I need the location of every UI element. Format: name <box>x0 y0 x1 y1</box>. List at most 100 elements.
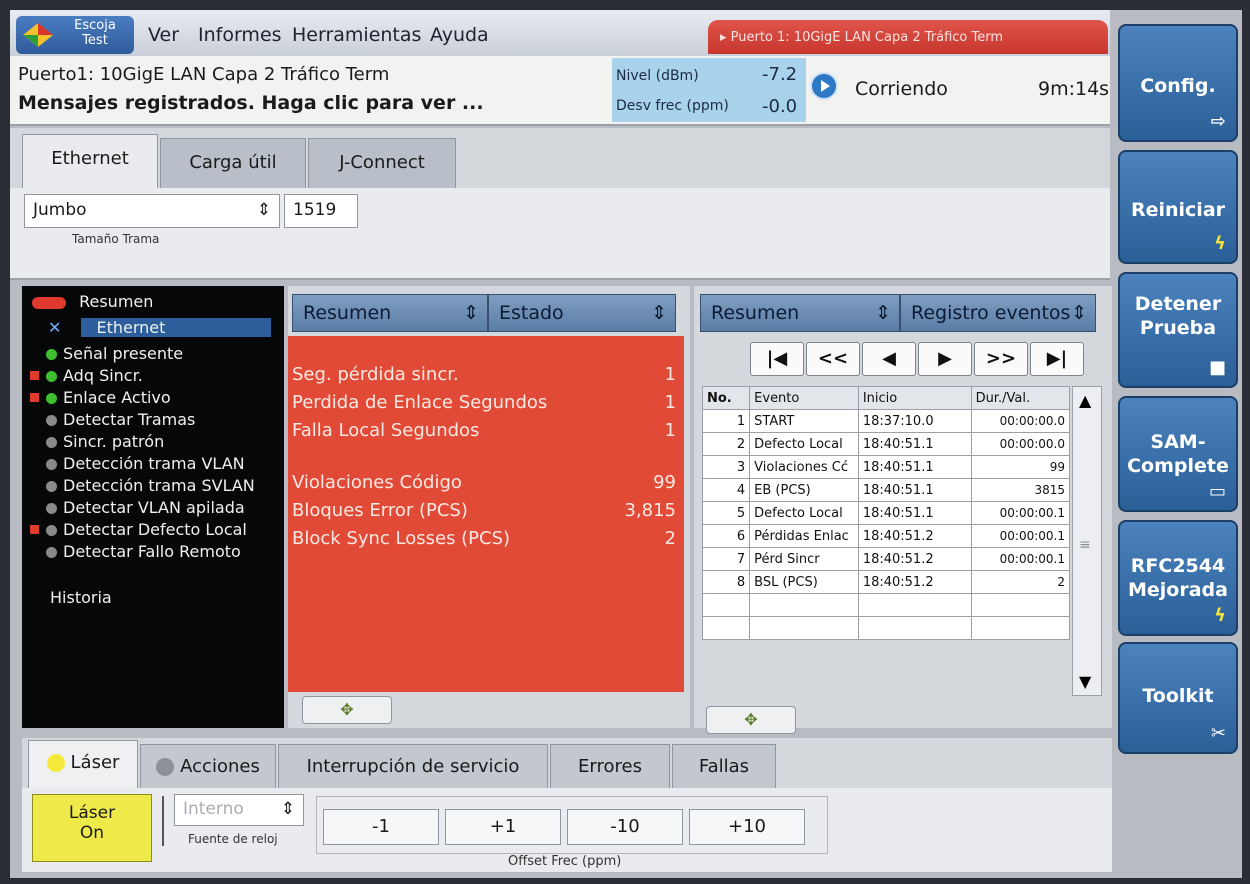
table-row[interactable]: 1 START 18:37:10.0 00:00:00.0 <box>701 409 1071 433</box>
tree-item[interactable]: Detectar Defecto Local <box>30 520 247 542</box>
tools-icon: ✂ <box>1210 723 1226 744</box>
offset-plus-10-button[interactable]: +10 <box>689 809 805 845</box>
summary-row-label: Bloques Error (PCS) <box>292 500 468 521</box>
summary-select[interactable]: Resumen ⇕ <box>292 294 488 332</box>
table-row[interactable]: 3 Violaciones Cć 18:40:51.1 99 <box>701 455 1071 479</box>
frame-size-input[interactable]: 1519 <box>284 194 358 228</box>
event-table: No. Evento Inicio Dur./Val. 1 START 18:37:… <box>701 386 1071 640</box>
tree-item[interactable]: Enlace Activo <box>30 388 171 410</box>
table-row[interactable]: 7 Pérd Sincr 18:40:51.2 00:00:00.1 <box>701 547 1071 571</box>
frame-size-label: Tamaño Trama <box>72 232 160 246</box>
cell-event: START <box>749 409 859 433</box>
move-handle-icon[interactable]: ✥ <box>302 696 392 724</box>
tab-actions[interactable]: Acciones <box>140 744 276 790</box>
rfc2544-label: RFC2544 Mejorada <box>1128 555 1228 601</box>
status-select[interactable]: Estado ⇕ <box>488 294 676 332</box>
port-banner[interactable]: ▸ Puerto 1: 10GigE LAN Capa 2 Tráfico Te… <box>708 20 1108 54</box>
table-row[interactable]: 4 EB (PCS) 18:40:51.1 3815 <box>701 478 1071 502</box>
menu-ayuda[interactable]: Ayuda <box>430 24 489 46</box>
scroll-grip-icon[interactable]: ≡ <box>1079 537 1091 553</box>
last-page-button[interactable]: ▶| <box>1030 342 1084 376</box>
tree-item[interactable]: Detección trama SVLAN <box>30 476 255 498</box>
cell-event: BSL (PCS) <box>749 570 859 594</box>
table-row[interactable] <box>701 616 1071 640</box>
tab-ethernet[interactable]: Ethernet <box>22 134 158 190</box>
escoja-test-button[interactable]: Escoja Test <box>16 16 134 54</box>
config-button[interactable]: Config. ⇨ <box>1118 24 1238 142</box>
table-row[interactable] <box>701 593 1071 617</box>
tree-item[interactable]: Señal presente <box>30 344 183 366</box>
event-log-select[interactable]: Registro eventos ⇕ <box>900 294 1096 332</box>
event-summary-value: Resumen <box>711 302 800 324</box>
actions-led-icon <box>156 758 175 776</box>
offset-minus-1-button[interactable]: -1 <box>323 809 439 845</box>
summary-row-value: 1 <box>664 420 676 441</box>
menu-ver[interactable]: Ver <box>148 24 179 46</box>
tree-item[interactable]: Detección trama VLAN <box>30 454 245 476</box>
move-handle-icon[interactable]: ✥ <box>706 706 796 734</box>
tab-laser[interactable]: Láser <box>28 740 138 790</box>
tree-item[interactable]: Detectar Fallo Remoto <box>30 542 241 564</box>
tab-actions-label: Acciones <box>180 756 260 777</box>
status-led-icon <box>46 393 57 404</box>
status-led-icon <box>46 481 57 492</box>
menu-herramientas[interactable]: Herramientas <box>292 24 421 46</box>
table-row[interactable]: 8 BSL (PCS) 18:40:51.2 2 <box>701 570 1071 594</box>
table-row[interactable]: 5 Defecto Local 18:40:51.1 00:00:00.1 <box>701 501 1071 525</box>
scroll-up-icon[interactable]: ▲ <box>1079 391 1091 410</box>
toolkit-button[interactable]: Toolkit ✂ <box>1118 642 1238 754</box>
summary-row-value: 3,815 <box>624 500 676 521</box>
event-summary-select[interactable]: Resumen ⇕ <box>700 294 900 332</box>
event-log-panel: Resumen ⇕ Registro eventos ⇕ |◀ << ◀ ▶ >… <box>694 286 1112 734</box>
menu-bar: Escoja Test Ver Informes Herramientas Ay… <box>10 10 1110 56</box>
cell-no: 6 <box>701 524 751 548</box>
status-led-icon <box>46 547 57 558</box>
col-no: No. <box>701 386 751 410</box>
clock-source-select[interactable]: Interno ⇕ <box>174 794 304 826</box>
offset-plus-1-button[interactable]: +1 <box>445 809 561 845</box>
tab-payload[interactable]: Carga útil <box>160 138 306 188</box>
menu-informes[interactable]: Informes <box>198 24 282 46</box>
sam-complete-button[interactable]: SAM- Complete ▭ <box>1118 396 1238 512</box>
summary-row-value: 1 <box>664 364 676 385</box>
summary-row: Bloques Error (PCS) 3,815 <box>292 500 680 521</box>
tree-history[interactable]: Historia <box>50 588 112 610</box>
first-page-button[interactable]: |◀ <box>750 342 804 376</box>
cell-duration <box>970 616 1071 640</box>
tree-item[interactable]: Sincr. patrón <box>30 432 164 454</box>
prev-button[interactable]: ◀ <box>862 342 916 376</box>
table-row[interactable]: 6 Pérdidas Enlac 18:40:51.2 00:00:00.1 <box>701 524 1071 548</box>
tab-service-interruption[interactable]: Interrupción de servicio <box>278 744 548 790</box>
cell-start: 18:40:51.1 <box>857 455 972 479</box>
offset-minus-10-button[interactable]: -10 <box>567 809 683 845</box>
config-tabs: Ethernet Carga útil J-Connect <box>10 128 1110 190</box>
prev-fast-button[interactable]: << <box>806 342 860 376</box>
tree-item[interactable]: Adq Sincr. <box>30 366 143 388</box>
log-message-link[interactable]: Mensajes registrados. Haga clic para ver… <box>18 92 484 114</box>
tab-faults[interactable]: Fallas <box>672 744 776 790</box>
stop-test-button[interactable]: Detener Prueba ■ <box>1118 272 1238 388</box>
tree-item-label: Detectar Tramas <box>63 410 196 429</box>
restart-button[interactable]: Reiniciar ϟ <box>1118 150 1238 264</box>
laser-led-icon <box>46 754 65 772</box>
tree-ethernet[interactable]: ✕ Ethernet <box>48 318 278 340</box>
laser-on-button[interactable]: Láser On <box>32 794 152 862</box>
tab-errors[interactable]: Errores <box>550 744 670 790</box>
scroll-down-icon[interactable]: ▼ <box>1079 672 1091 691</box>
col-start: Inicio <box>857 386 972 410</box>
status-select-value: Estado <box>499 302 564 324</box>
lightning-icon: ϟ <box>1214 605 1226 626</box>
table-row[interactable]: 2 Defecto Local 18:40:51.1 00:00:00.0 <box>701 432 1071 456</box>
next-fast-button[interactable]: >> <box>974 342 1028 376</box>
summary-row-label: Seg. pérdida sincr. <box>292 364 459 385</box>
tree-item[interactable]: Detectar Tramas <box>30 410 195 432</box>
next-button[interactable]: ▶ <box>918 342 972 376</box>
tree-item[interactable]: Detectar VLAN apilada <box>30 498 245 520</box>
tree-summary[interactable]: Resumen <box>32 292 153 314</box>
tab-j-connect[interactable]: J-Connect <box>308 138 456 188</box>
cell-event: Violaciones Cć <box>749 455 859 479</box>
rfc2544-button[interactable]: RFC2544 Mejorada ϟ <box>1118 520 1238 636</box>
level-box: Nivel (dBm) -7.2 Desv frec (ppm) -0.0 <box>612 58 806 122</box>
event-scrollbar[interactable]: ▲ ≡ ▼ <box>1072 386 1102 696</box>
frame-type-select[interactable]: Jumbo ⇕ <box>24 194 280 228</box>
